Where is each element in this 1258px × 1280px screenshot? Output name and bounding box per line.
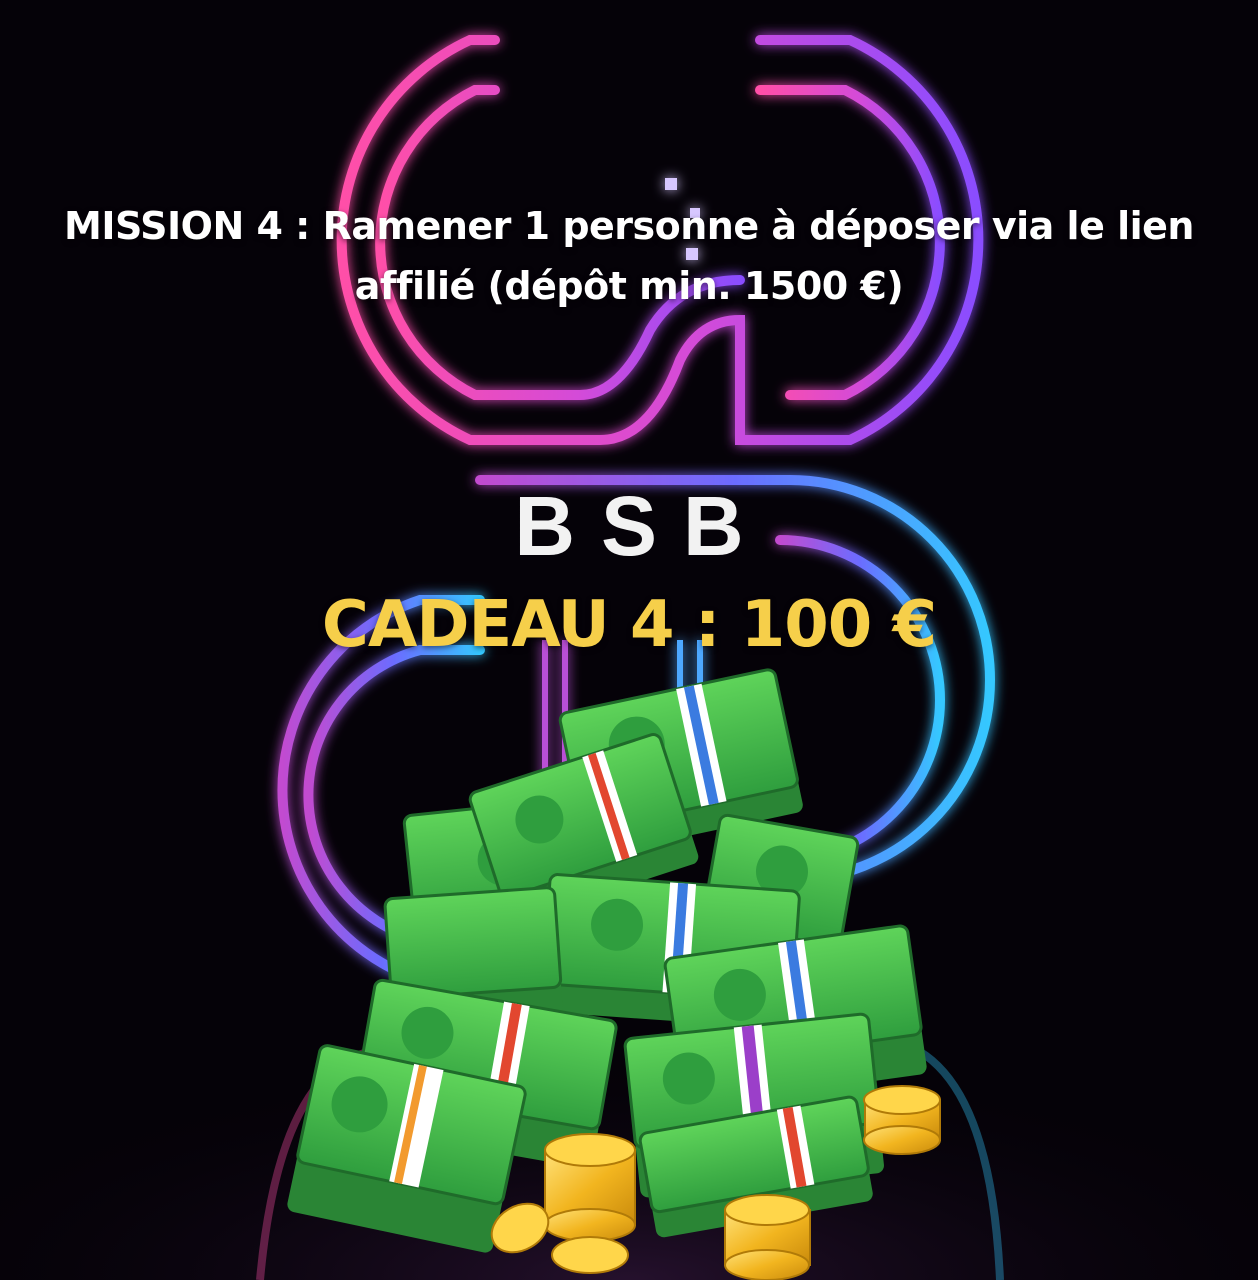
mission-text: MISSION 4 : Ramener 1 personne à déposer… xyxy=(0,196,1258,316)
mission-text-line1: MISSION 4 : Ramener 1 personne à déposer… xyxy=(64,204,1194,248)
brand-name: BSB xyxy=(514,479,770,573)
gift-text: CADEAU 4 : 100 € xyxy=(321,588,937,662)
mission-text-line2: affilié (dépôt min. 1500 €) xyxy=(354,264,904,308)
